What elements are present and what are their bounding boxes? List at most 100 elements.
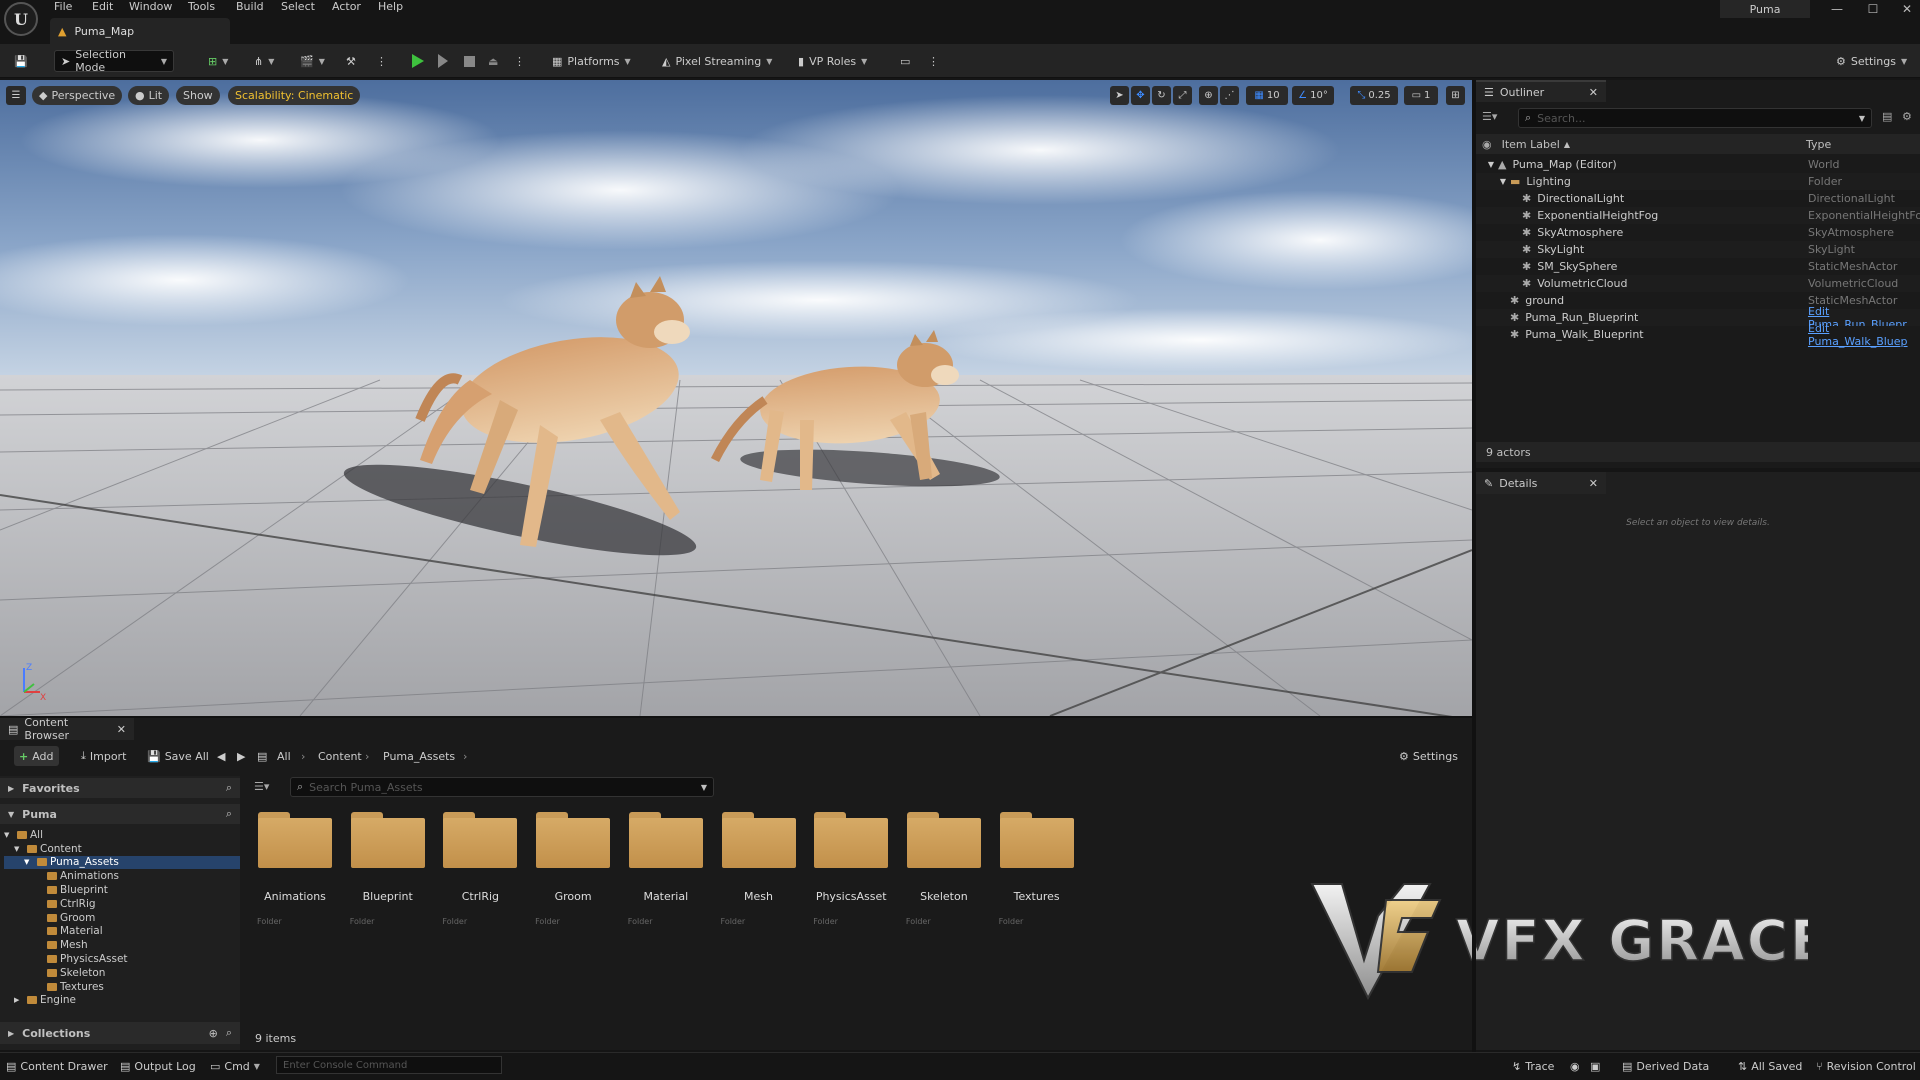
- breadcrumb-all[interactable]: All: [272, 746, 296, 766]
- level-viewport[interactable]: Z X: [0, 80, 1472, 716]
- folder-tile[interactable]: Material Folder: [626, 812, 706, 926]
- asset-search-input[interactable]: ⌕ Search Puma_Assets ▼: [290, 777, 714, 797]
- stop-button[interactable]: [458, 50, 481, 72]
- eject-button[interactable]: ⏏: [482, 50, 504, 72]
- folder-tile[interactable]: Mesh Folder: [719, 812, 799, 926]
- menu-help[interactable]: Help: [378, 0, 403, 16]
- col-type[interactable]: Type: [1806, 138, 1831, 151]
- horizontal-splitter[interactable]: [0, 716, 1472, 718]
- breadcrumb-puma-assets[interactable]: Puma_Assets: [378, 746, 460, 766]
- folder-tree-item[interactable]: ▶ Engine: [4, 994, 240, 1008]
- menu-select[interactable]: Select: [281, 0, 315, 16]
- expand-arrow-icon[interactable]: ▼: [4, 831, 14, 839]
- scale-snap-button[interactable]: ⤡ 0.25: [1350, 86, 1398, 105]
- play-button[interactable]: [406, 50, 430, 72]
- menu-window[interactable]: Window: [129, 0, 172, 16]
- menu-file[interactable]: File: [54, 0, 72, 16]
- folder-tree-item[interactable]: Mesh: [4, 938, 240, 952]
- breadcrumb-content[interactable]: Content: [313, 746, 367, 766]
- perspective-button[interactable]: ◆ Perspective: [32, 86, 123, 105]
- outliner-tab[interactable]: ☰ Outliner ✕: [1476, 80, 1606, 102]
- collections-search-icon[interactable]: ⌕: [226, 1026, 232, 1040]
- maximize-icon[interactable]: ☐: [1858, 0, 1888, 18]
- outliner-settings-icon[interactable]: ⚙: [1902, 110, 1912, 123]
- outliner-row[interactable]: ▼ ▬ Lighting Folder: [1476, 173, 1920, 190]
- folder-tree-item[interactable]: ▼ Puma_Assets: [4, 855, 240, 870]
- pixel-streaming-dropdown[interactable]: ◭ Pixel Streaming ▼: [656, 50, 778, 72]
- surface-snap-icon[interactable]: ⋰: [1220, 86, 1239, 105]
- screenshot-icon[interactable]: ▣: [1590, 1058, 1600, 1074]
- revision-control-button[interactable]: ⑂ Revision Control: [1816, 1058, 1916, 1074]
- folder-tile[interactable]: Skeleton Folder: [904, 812, 984, 926]
- vertical-splitter[interactable]: [1472, 80, 1476, 1052]
- menu-actor[interactable]: Actor: [332, 0, 361, 16]
- folder-tree-item[interactable]: PhysicsAsset: [4, 952, 240, 966]
- show-button[interactable]: Show: [176, 86, 220, 105]
- all-saved-button[interactable]: ⇅ All Saved: [1738, 1058, 1802, 1074]
- unreal-logo-icon[interactable]: U: [4, 2, 38, 36]
- camera-speed-button[interactable]: ▭ 1: [1404, 86, 1438, 105]
- selection-mode-dropdown[interactable]: ➤ Selection Mode ▼: [54, 48, 174, 74]
- grid-snap-button[interactable]: ▦ 10: [1246, 86, 1288, 105]
- outliner-row[interactable]: ✱ SkyLight SkyLight: [1476, 241, 1920, 258]
- lit-button[interactable]: ● Lit: [128, 86, 170, 105]
- settings-dropdown[interactable]: ⚙ Settings ▼: [1830, 50, 1913, 72]
- folder-tile[interactable]: Textures Folder: [997, 812, 1077, 926]
- content-drawer-button[interactable]: ▤ Content Drawer: [6, 1058, 108, 1074]
- output-log-button[interactable]: ▤ Output Log: [120, 1058, 196, 1074]
- outliner-row[interactable]: ▼ ▲ Puma_Map (Editor) World: [1476, 156, 1920, 173]
- folder-tile[interactable]: PhysicsAsset Folder: [811, 812, 891, 926]
- rotation-snap-button[interactable]: ∠ 10°: [1292, 86, 1334, 105]
- outliner-filter-icon[interactable]: ☰▾: [1482, 110, 1508, 128]
- asset-filter-icon[interactable]: ☰▾: [254, 780, 269, 793]
- outliner-row[interactable]: ✱ DirectionalLight DirectionalLight: [1476, 190, 1920, 207]
- platforms-dropdown[interactable]: ▦ Platforms ▼: [546, 50, 637, 72]
- details-close-icon[interactable]: ✕: [1589, 477, 1598, 490]
- menu-build[interactable]: Build: [236, 0, 264, 16]
- puma-search-icon[interactable]: ⌕: [226, 807, 232, 821]
- document-tab[interactable]: ▲ Puma_Map: [50, 18, 230, 44]
- extras-button[interactable]: ▭: [894, 50, 916, 72]
- edit-blueprint-link[interactable]: Edit Puma_Walk_Bluep: [1808, 322, 1920, 348]
- folder-tree-item[interactable]: ▼ Content: [4, 842, 240, 856]
- minimize-icon[interactable]: —: [1822, 0, 1852, 18]
- details-tab[interactable]: ✎ Details ✕: [1476, 472, 1606, 494]
- col-item-label[interactable]: Item Label: [1502, 138, 1560, 151]
- folder-tree-item[interactable]: Skeleton: [4, 966, 240, 980]
- puma-header[interactable]: ▼ Puma ⌕: [0, 804, 240, 824]
- outliner-row[interactable]: ✱ ExponentialHeightFog ExponentialHeightFo…: [1476, 207, 1920, 224]
- history-back-icon[interactable]: ◀: [212, 746, 230, 766]
- expand-arrow-icon[interactable]: ▼: [1476, 177, 1510, 186]
- import-button[interactable]: ⤓ Import: [76, 746, 131, 766]
- blueprint-button[interactable]: ⋔ ▼: [248, 50, 280, 72]
- save-icon[interactable]: 💾: [8, 50, 34, 72]
- trace-button[interactable]: ↯ Trace: [1512, 1058, 1554, 1074]
- folder-tile[interactable]: Blueprint Folder: [348, 812, 428, 926]
- breadcrumb-folder-icon[interactable]: ▤: [252, 746, 272, 766]
- add-collection-icon[interactable]: ⊕: [209, 1027, 218, 1040]
- derived-data-button[interactable]: ▤ Derived Data: [1622, 1058, 1709, 1074]
- scale-tool-icon[interactable]: ⤢: [1173, 86, 1192, 105]
- vp-roles-dropdown[interactable]: ▮ VP Roles ▼: [792, 50, 873, 72]
- folder-tree-item[interactable]: Groom: [4, 911, 240, 925]
- folder-tree-item[interactable]: CtrlRig: [4, 897, 240, 911]
- folder-tile[interactable]: CtrlRig Folder: [440, 812, 520, 926]
- outliner-row[interactable]: ✱ VolumetricCloud VolumetricCloud: [1476, 275, 1920, 292]
- translate-tool-icon[interactable]: ✥: [1131, 86, 1150, 105]
- folder-tree-item[interactable]: ▼ All: [4, 828, 240, 842]
- cmd-dropdown[interactable]: ▭ Cmd ▼: [210, 1058, 260, 1074]
- viewport-layout-icon[interactable]: ⊞: [1446, 86, 1465, 105]
- play-options-icon[interactable]: ⋮: [508, 50, 531, 72]
- visibility-icon[interactable]: ◉: [1482, 138, 1492, 151]
- expand-arrow-icon[interactable]: ▼: [24, 858, 34, 866]
- menu-tools[interactable]: Tools: [188, 0, 215, 16]
- save-all-button[interactable]: 💾 Save All: [142, 746, 214, 766]
- favorites-header[interactable]: ▶ Favorites ⌕: [0, 778, 240, 798]
- modes-button[interactable]: ⚒: [340, 50, 362, 72]
- add-actor-button[interactable]: ⊞ ▼: [202, 50, 234, 72]
- history-forward-icon[interactable]: ▶: [232, 746, 250, 766]
- content-browser-settings-button[interactable]: ⚙ Settings: [1394, 746, 1463, 766]
- more-options-icon[interactable]: ⋮: [370, 50, 393, 72]
- close-icon[interactable]: ✕: [1892, 0, 1920, 18]
- expand-arrow-icon[interactable]: ▶: [14, 996, 24, 1004]
